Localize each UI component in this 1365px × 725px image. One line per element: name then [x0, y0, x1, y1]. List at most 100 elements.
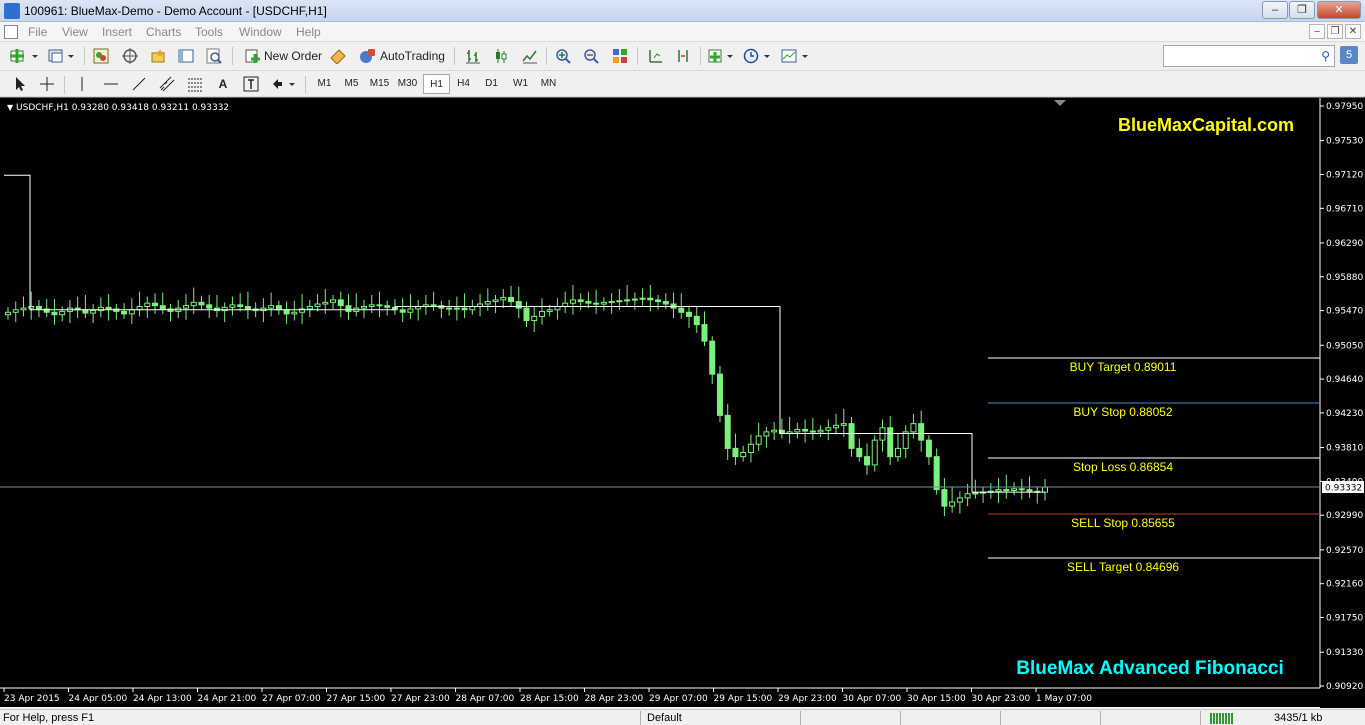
price-chart[interactable]: 0.97950 0.97530 0.97120 0.96710 0.96290 0.958… [0, 98, 1365, 708]
candle-body [732, 447, 739, 458]
chart-window[interactable]: 0.97950 0.97530 0.97120 0.96710 0.96290 0.958… [0, 97, 1365, 708]
new-chart-icon [10, 49, 38, 63]
candle-body [871, 439, 878, 466]
menu-view[interactable]: View [62, 25, 88, 39]
zoom-in-button[interactable] [553, 46, 573, 66]
fibonacci-button[interactable] [185, 74, 205, 94]
candle-body [128, 309, 135, 315]
periods-button[interactable] [742, 46, 774, 66]
data-window-button[interactable] [120, 46, 140, 66]
vertical-line-button[interactable] [72, 74, 92, 94]
navigator-button[interactable] [148, 46, 168, 66]
profiles-button[interactable] [46, 46, 78, 66]
candle-body [817, 429, 824, 433]
candlestick-button[interactable] [491, 46, 511, 66]
menu-file[interactable]: File [28, 25, 47, 39]
time-label: 23 Apr 2015 [4, 694, 60, 704]
timeframe-m5[interactable]: M5 [338, 74, 365, 94]
autoscroll-button[interactable] [673, 46, 693, 66]
candle-body [523, 307, 530, 322]
menu-charts[interactable]: Charts [146, 25, 181, 39]
zoom-out-button[interactable] [581, 46, 601, 66]
price-label: 0.95470 [1326, 307, 1363, 317]
community-button[interactable]: 5 [1340, 46, 1358, 64]
timeframe-mn[interactable]: MN [535, 74, 562, 94]
menu-tools[interactable]: Tools [195, 25, 223, 39]
equidistant-channel-button[interactable] [157, 74, 177, 94]
indicators-button[interactable] [707, 46, 737, 66]
connection-status-icon [1210, 713, 1234, 724]
line-studies-toolbar: A M1 M5 M15 M30 H1 H4 D1 W1 MN [0, 71, 1365, 97]
menu-window[interactable]: Window [239, 25, 282, 39]
price-label: 0.94230 [1326, 409, 1363, 419]
zoom-out-icon [584, 49, 599, 64]
menu-help[interactable]: Help [296, 25, 321, 39]
timeframe-m15[interactable]: M15 [366, 74, 393, 94]
autotrading-button[interactable]: AutoTrading [354, 46, 449, 66]
candle-body [500, 296, 507, 301]
mdi-minimize-button[interactable]: – [1309, 24, 1325, 39]
candle-body [577, 299, 584, 303]
time-label: 30 Apr 07:00 [843, 694, 902, 704]
timeframe-w1[interactable]: W1 [507, 74, 534, 94]
market-watch-button[interactable] [91, 46, 111, 66]
metaeditor-button[interactable] [328, 46, 348, 66]
candle-body [894, 447, 901, 458]
time-label: 29 Apr 07:00 [649, 694, 708, 704]
text-button[interactable]: A [213, 74, 233, 94]
time-label: 24 Apr 05:00 [69, 694, 128, 704]
timeframe-m1[interactable]: M1 [311, 74, 338, 94]
mdi-close-button[interactable]: ✕ [1345, 24, 1361, 39]
search-input[interactable]: ⚲ [1163, 45, 1335, 67]
new-chart-button[interactable] [8, 46, 42, 66]
close-button[interactable]: ✕ [1317, 1, 1361, 19]
trendline-button[interactable] [129, 74, 149, 94]
line-chart-button[interactable] [520, 46, 540, 66]
candle-body [90, 310, 97, 314]
crosshair-button[interactable] [37, 74, 57, 94]
status-profile: Default [647, 712, 682, 724]
candle-body [910, 423, 917, 433]
horizontal-line-button[interactable] [101, 74, 121, 94]
candle-body [291, 311, 298, 315]
text-label-button[interactable] [241, 74, 261, 94]
vertical-line-icon [81, 77, 83, 91]
arrows-button[interactable] [270, 74, 298, 94]
text-label-icon [243, 76, 259, 92]
cursor-button[interactable] [10, 74, 30, 94]
new-order-button[interactable]: New Order [240, 46, 326, 66]
candle-body [182, 305, 189, 309]
strategy-tester-button[interactable] [204, 46, 224, 66]
candle-body [693, 315, 700, 326]
horizontal-line-icon [104, 83, 118, 85]
candle-body [925, 439, 932, 458]
candle-body [809, 430, 816, 433]
time-label: 27 Apr 15:00 [327, 694, 386, 704]
restore-button[interactable]: ❐ [1289, 1, 1315, 19]
timeframe-h4[interactable]: H4 [450, 74, 477, 94]
terminal-button[interactable] [176, 46, 196, 66]
candle-body [12, 309, 19, 313]
timeframe-m30[interactable]: M30 [394, 74, 421, 94]
candle-body [314, 303, 321, 307]
symbol-menu-icon[interactable]: ▼ [7, 103, 13, 112]
chart-window-icon[interactable] [4, 25, 18, 39]
mdi-restore-button[interactable]: ❐ [1327, 24, 1343, 39]
app-icon [4, 3, 20, 19]
time-label: 24 Apr 21:00 [198, 694, 257, 704]
bar-chart-button[interactable] [463, 46, 483, 66]
timeframe-d1[interactable]: D1 [478, 74, 505, 94]
minimize-button[interactable]: ‒ [1262, 1, 1288, 19]
templates-button[interactable] [780, 46, 812, 66]
chart-shift-button[interactable] [645, 46, 665, 66]
candle-body [337, 299, 344, 307]
arrows-icon [273, 79, 295, 89]
chart-shift-icon [649, 50, 662, 63]
tile-windows-button[interactable] [610, 46, 630, 66]
fib-level-label: Stop Loss 0.86854 [1073, 460, 1173, 474]
menu-insert[interactable]: Insert [102, 25, 132, 39]
timeframe-h1[interactable]: H1 [423, 74, 450, 94]
candle-body [59, 310, 66, 316]
terminal-icon [178, 49, 194, 63]
candlestick-icon [496, 49, 507, 63]
